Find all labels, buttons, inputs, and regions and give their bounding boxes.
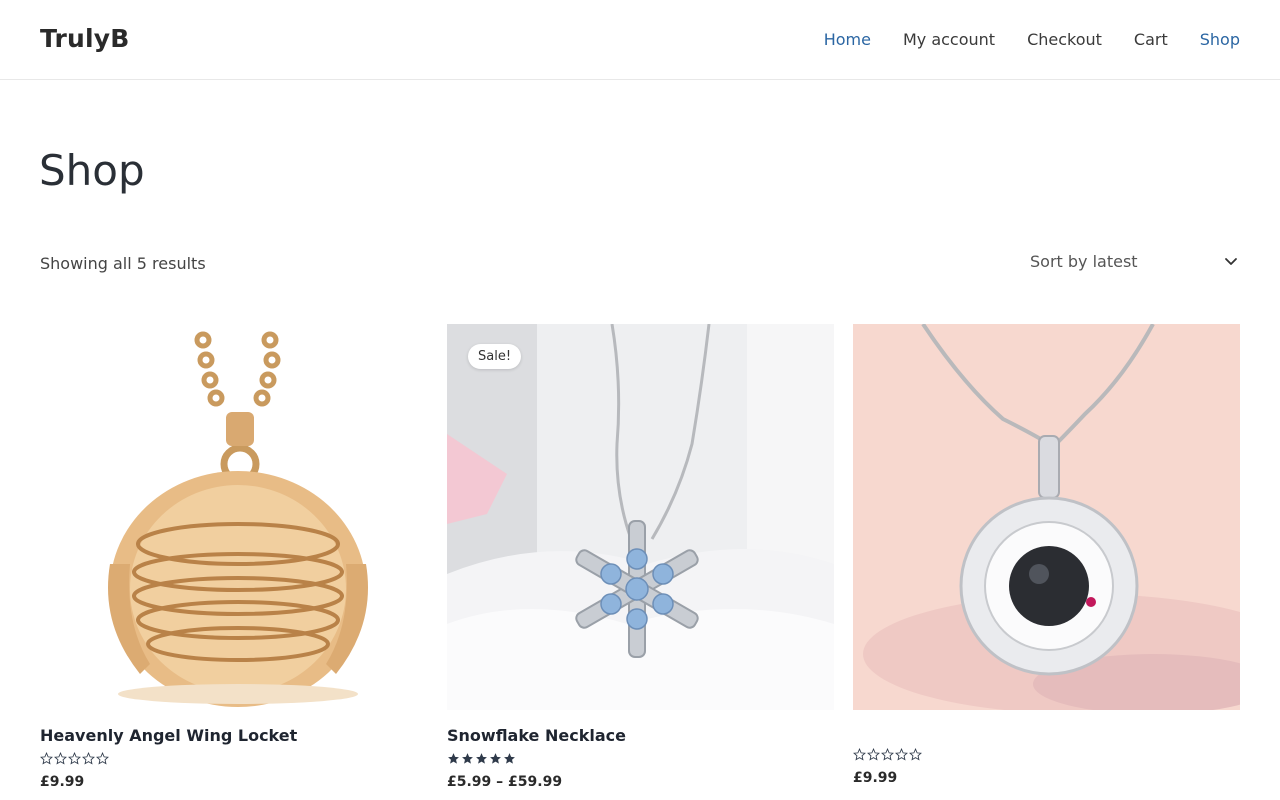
star-filled-icon bbox=[504, 753, 515, 764]
product-price: £5.99 – £59.99 bbox=[447, 774, 563, 790]
star-rating bbox=[447, 752, 834, 768]
product-image-link[interactable]: Sale! bbox=[447, 324, 834, 710]
nav-item-checkout[interactable]: Checkout bbox=[1027, 30, 1102, 49]
star-filled-icon bbox=[448, 753, 459, 764]
product-card: £9.99 bbox=[853, 324, 1240, 786]
product-card: Sale! Snowflake Necklace £5.99 – £59.99 bbox=[447, 324, 834, 790]
star-rating bbox=[40, 752, 427, 768]
chevron-down-icon bbox=[1225, 258, 1237, 265]
star-filled-icon bbox=[476, 753, 487, 764]
product-image bbox=[40, 324, 427, 710]
product-image-link[interactable] bbox=[40, 324, 427, 710]
page-title: Shop bbox=[39, 146, 145, 195]
sort-select[interactable]: Sort by latest bbox=[1030, 251, 1240, 275]
product-price: £9.99 bbox=[40, 774, 85, 790]
nav-item-home[interactable]: Home bbox=[824, 30, 871, 49]
star-empty-icon bbox=[895, 748, 908, 761]
star-empty-icon bbox=[82, 752, 95, 765]
star-empty-icon bbox=[909, 748, 922, 761]
main-nav: Home My account Checkout Cart Shop bbox=[792, 30, 1240, 49]
star-empty-icon bbox=[881, 748, 894, 761]
star-empty-icon bbox=[54, 752, 67, 765]
star-rating bbox=[853, 748, 1240, 764]
nav-item-my-account[interactable]: My account bbox=[903, 30, 995, 49]
product-card: Heavenly Angel Wing Locket £9.99 bbox=[40, 324, 427, 790]
product-title[interactable]: Heavenly Angel Wing Locket bbox=[40, 726, 427, 746]
star-empty-icon bbox=[853, 748, 866, 761]
product-title[interactable]: Snowflake Necklace bbox=[447, 726, 834, 746]
nav-item-shop[interactable]: Shop bbox=[1200, 30, 1240, 49]
star-empty-icon bbox=[68, 752, 81, 765]
star-empty-icon bbox=[96, 752, 109, 765]
product-image bbox=[853, 324, 1240, 710]
result-count: Showing all 5 results bbox=[40, 254, 206, 273]
product-price: £9.99 bbox=[853, 770, 898, 786]
site-logo[interactable]: TrulyB bbox=[40, 24, 130, 53]
nav-item-cart[interactable]: Cart bbox=[1134, 30, 1168, 49]
product-image-link[interactable] bbox=[853, 324, 1240, 710]
star-filled-icon bbox=[490, 753, 501, 764]
star-filled-icon bbox=[462, 753, 473, 764]
sort-selected-label: Sort by latest bbox=[1030, 252, 1138, 271]
product-image bbox=[447, 324, 834, 710]
star-empty-icon bbox=[867, 748, 880, 761]
star-empty-icon bbox=[40, 752, 53, 765]
sale-badge: Sale! bbox=[468, 344, 522, 369]
site-header: TrulyB Home My account Checkout Cart Sho… bbox=[0, 0, 1280, 80]
